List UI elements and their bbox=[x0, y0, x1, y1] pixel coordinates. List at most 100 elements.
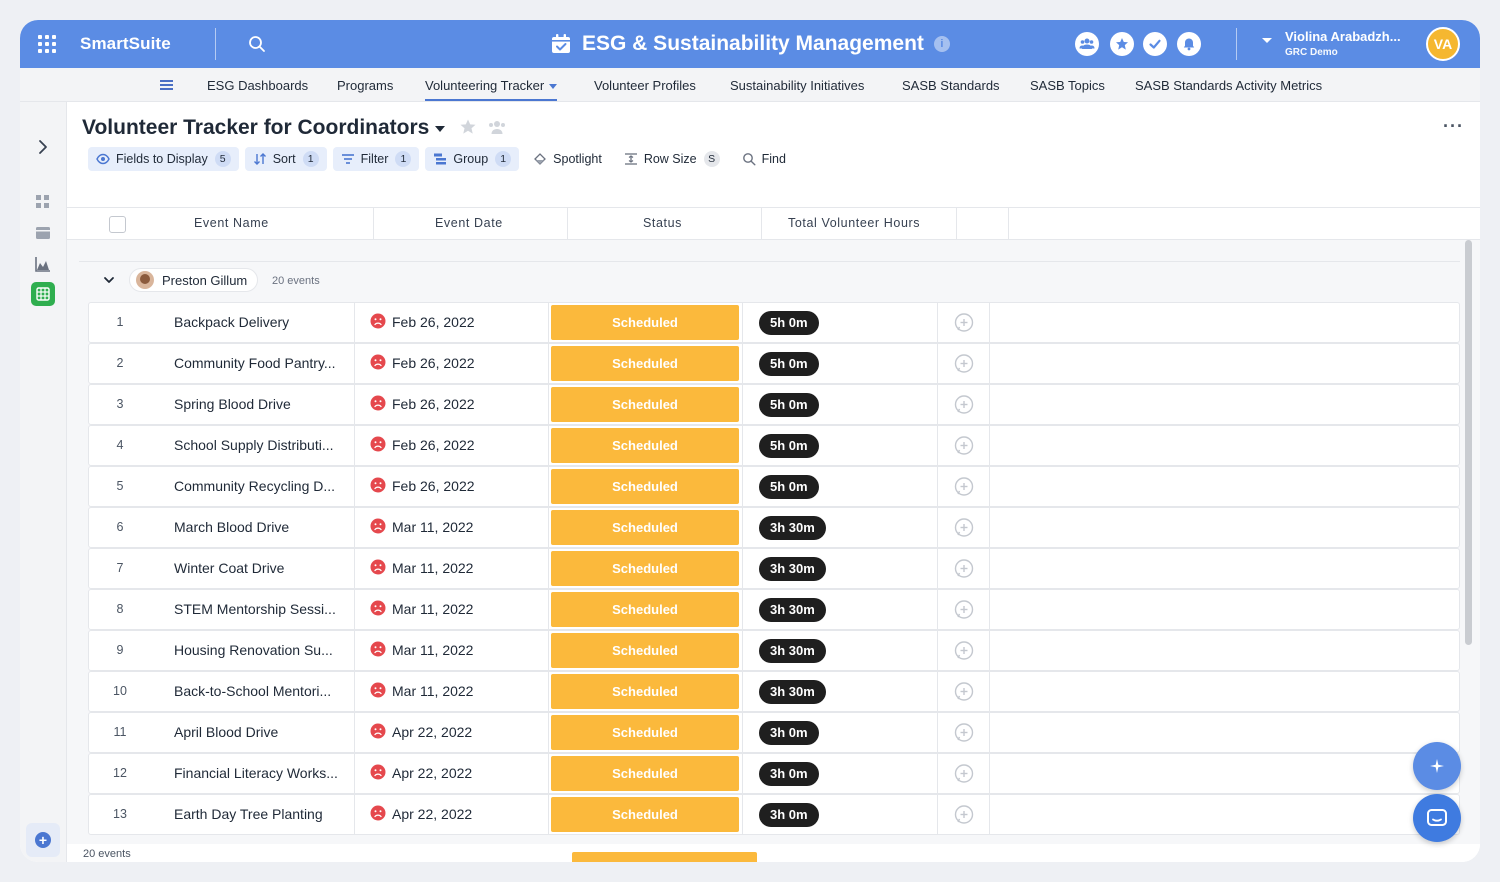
tab-sustainability-initiatives[interactable]: Sustainability Initiatives bbox=[730, 78, 864, 93]
brand-name[interactable]: SmartSuite bbox=[80, 34, 171, 54]
add-comment-icon[interactable] bbox=[953, 517, 975, 539]
search-icon[interactable] bbox=[248, 35, 266, 53]
event-name-cell[interactable]: Financial Literacy Works... bbox=[174, 754, 352, 793]
vertical-scrollbar[interactable] bbox=[1465, 240, 1472, 645]
event-name-cell[interactable]: School Supply Distributi... bbox=[174, 426, 352, 465]
team-icon[interactable] bbox=[1075, 32, 1099, 56]
column-divider[interactable] bbox=[567, 208, 568, 239]
add-view-button[interactable]: + bbox=[26, 823, 60, 857]
volunteer-hours-pill[interactable]: 5h 0m bbox=[759, 352, 819, 376]
event-name-cell[interactable]: Back-to-School Mentori... bbox=[174, 672, 352, 711]
status-badge[interactable]: Scheduled bbox=[551, 592, 739, 627]
tab-sasb-topics[interactable]: SASB Topics bbox=[1030, 78, 1105, 93]
column-divider[interactable] bbox=[956, 208, 957, 239]
add-comment-icon[interactable] bbox=[953, 763, 975, 785]
view-title[interactable]: Volunteer Tracker for Coordinators bbox=[82, 116, 429, 140]
event-name-cell[interactable]: Winter Coat Drive bbox=[174, 549, 352, 588]
add-comment-icon[interactable] bbox=[953, 804, 975, 826]
table-row[interactable]: 13 Earth Day Tree Planting Apr 22, 2022 … bbox=[88, 794, 1460, 835]
column-header-total-volunteer-hours[interactable]: Total Volunteer Hours bbox=[788, 208, 920, 239]
column-header-event-date[interactable]: Event Date bbox=[435, 208, 503, 239]
chevron-down-icon[interactable] bbox=[103, 274, 115, 286]
chart-icon[interactable] bbox=[34, 255, 52, 273]
card-icon[interactable] bbox=[34, 224, 52, 242]
status-badge[interactable]: Scheduled bbox=[551, 756, 739, 791]
user-menu-caret-icon[interactable] bbox=[1262, 38, 1272, 43]
table-row[interactable]: 2 Community Food Pantry... Feb 26, 2022 … bbox=[88, 343, 1460, 384]
event-date-cell[interactable]: Mar 11, 2022 bbox=[392, 590, 473, 629]
apps-grid-icon[interactable] bbox=[38, 35, 56, 53]
chevron-down-icon[interactable] bbox=[435, 126, 445, 132]
volunteer-hours-pill[interactable]: 3h 0m bbox=[759, 721, 819, 745]
event-name-cell[interactable]: STEM Mentorship Sessi... bbox=[174, 590, 352, 629]
status-badge[interactable]: Scheduled bbox=[551, 346, 739, 381]
add-comment-icon[interactable] bbox=[953, 435, 975, 457]
tab-volunteering-tracker[interactable]: Volunteering Tracker bbox=[425, 78, 558, 101]
status-badge[interactable]: Scheduled bbox=[551, 387, 739, 422]
status-badge[interactable]: Scheduled bbox=[551, 674, 739, 709]
column-divider[interactable] bbox=[373, 208, 374, 239]
table-row[interactable]: 6 March Blood Drive Mar 11, 2022 Schedul… bbox=[88, 507, 1460, 548]
table-row[interactable]: 10 Back-to-School Mentori... Mar 11, 202… bbox=[88, 671, 1460, 712]
status-badge[interactable]: Scheduled bbox=[551, 510, 739, 545]
add-comment-icon[interactable] bbox=[953, 312, 975, 334]
tab-esg-dashboards[interactable]: ESG Dashboards bbox=[207, 78, 308, 93]
more-options-icon[interactable]: ··· bbox=[1443, 116, 1464, 137]
star-icon[interactable] bbox=[1110, 32, 1134, 56]
add-comment-icon[interactable] bbox=[953, 681, 975, 703]
add-comment-icon[interactable] bbox=[953, 394, 975, 416]
ai-assistant-button[interactable] bbox=[1413, 742, 1461, 790]
volunteer-hours-pill[interactable]: 3h 30m bbox=[759, 639, 826, 663]
event-date-cell[interactable]: Apr 22, 2022 bbox=[392, 795, 472, 834]
event-date-cell[interactable]: Apr 22, 2022 bbox=[392, 754, 472, 793]
column-divider[interactable] bbox=[761, 208, 762, 239]
status-badge[interactable]: Scheduled bbox=[551, 797, 739, 832]
event-date-cell[interactable]: Feb 26, 2022 bbox=[392, 344, 475, 383]
add-comment-icon[interactable] bbox=[953, 640, 975, 662]
add-comment-icon[interactable] bbox=[953, 599, 975, 621]
status-badge[interactable]: Scheduled bbox=[551, 469, 739, 504]
tab-sasb-standards[interactable]: SASB Standards bbox=[902, 78, 1000, 93]
group-assignee-chip[interactable]: Preston Gillum bbox=[129, 268, 259, 292]
table-row[interactable]: 5 Community Recycling D... Feb 26, 2022 … bbox=[88, 466, 1460, 507]
event-date-cell[interactable]: Apr 22, 2022 bbox=[392, 713, 472, 752]
favorite-star-icon[interactable] bbox=[459, 118, 477, 136]
table-row[interactable]: 11 April Blood Drive Apr 22, 2022 Schedu… bbox=[88, 712, 1460, 753]
table-row[interactable]: 3 Spring Blood Drive Feb 26, 2022 Schedu… bbox=[88, 384, 1460, 425]
status-badge[interactable]: Scheduled bbox=[551, 428, 739, 463]
volunteer-hours-pill[interactable]: 3h 30m bbox=[759, 516, 826, 540]
table-row[interactable]: 8 STEM Mentorship Sessi... Mar 11, 2022 … bbox=[88, 589, 1460, 630]
volunteer-hours-pill[interactable]: 3h 0m bbox=[759, 762, 819, 786]
volunteer-hours-pill[interactable]: 5h 0m bbox=[759, 393, 819, 417]
menu-icon[interactable] bbox=[160, 80, 173, 90]
bell-icon[interactable] bbox=[1177, 32, 1201, 56]
fields-to-display-button[interactable]: Fields to Display 5 bbox=[88, 147, 239, 171]
status-badge[interactable]: Scheduled bbox=[551, 551, 739, 586]
table-row[interactable]: 4 School Supply Distributi... Feb 26, 20… bbox=[88, 425, 1460, 466]
column-header-status[interactable]: Status bbox=[643, 208, 682, 239]
dashboard-icon[interactable] bbox=[34, 193, 52, 211]
group-header[interactable]: Preston Gillum 20 events bbox=[79, 261, 1460, 301]
select-all-checkbox[interactable] bbox=[109, 216, 126, 233]
event-name-cell[interactable]: Backpack Delivery bbox=[174, 303, 352, 342]
volunteer-hours-pill[interactable]: 3h 30m bbox=[759, 598, 826, 622]
event-date-cell[interactable]: Mar 11, 2022 bbox=[392, 508, 473, 547]
chevron-right-icon[interactable] bbox=[34, 138, 52, 156]
row-size-button[interactable]: Row Size S bbox=[616, 147, 728, 171]
add-comment-icon[interactable] bbox=[953, 353, 975, 375]
column-header-event-name[interactable]: Event Name bbox=[194, 208, 269, 239]
add-comment-icon[interactable] bbox=[953, 558, 975, 580]
volunteer-hours-pill[interactable]: 5h 0m bbox=[759, 475, 819, 499]
group-button[interactable]: Group 1 bbox=[425, 147, 520, 171]
volunteer-hours-pill[interactable]: 5h 0m bbox=[759, 434, 819, 458]
add-comment-icon[interactable] bbox=[953, 476, 975, 498]
user-name[interactable]: Violina Arabadzh... bbox=[1285, 29, 1401, 44]
event-name-cell[interactable]: Community Food Pantry... bbox=[174, 344, 352, 383]
volunteer-hours-pill[interactable]: 3h 30m bbox=[759, 557, 826, 581]
spotlight-button[interactable]: Spotlight bbox=[525, 147, 610, 171]
table-row[interactable]: 12 Financial Literacy Works... Apr 22, 2… bbox=[88, 753, 1460, 794]
event-date-cell[interactable]: Feb 26, 2022 bbox=[392, 467, 475, 506]
filter-button[interactable]: Filter 1 bbox=[332, 147, 420, 171]
event-date-cell[interactable]: Mar 11, 2022 bbox=[392, 672, 473, 711]
chevron-down-icon[interactable] bbox=[549, 84, 558, 90]
